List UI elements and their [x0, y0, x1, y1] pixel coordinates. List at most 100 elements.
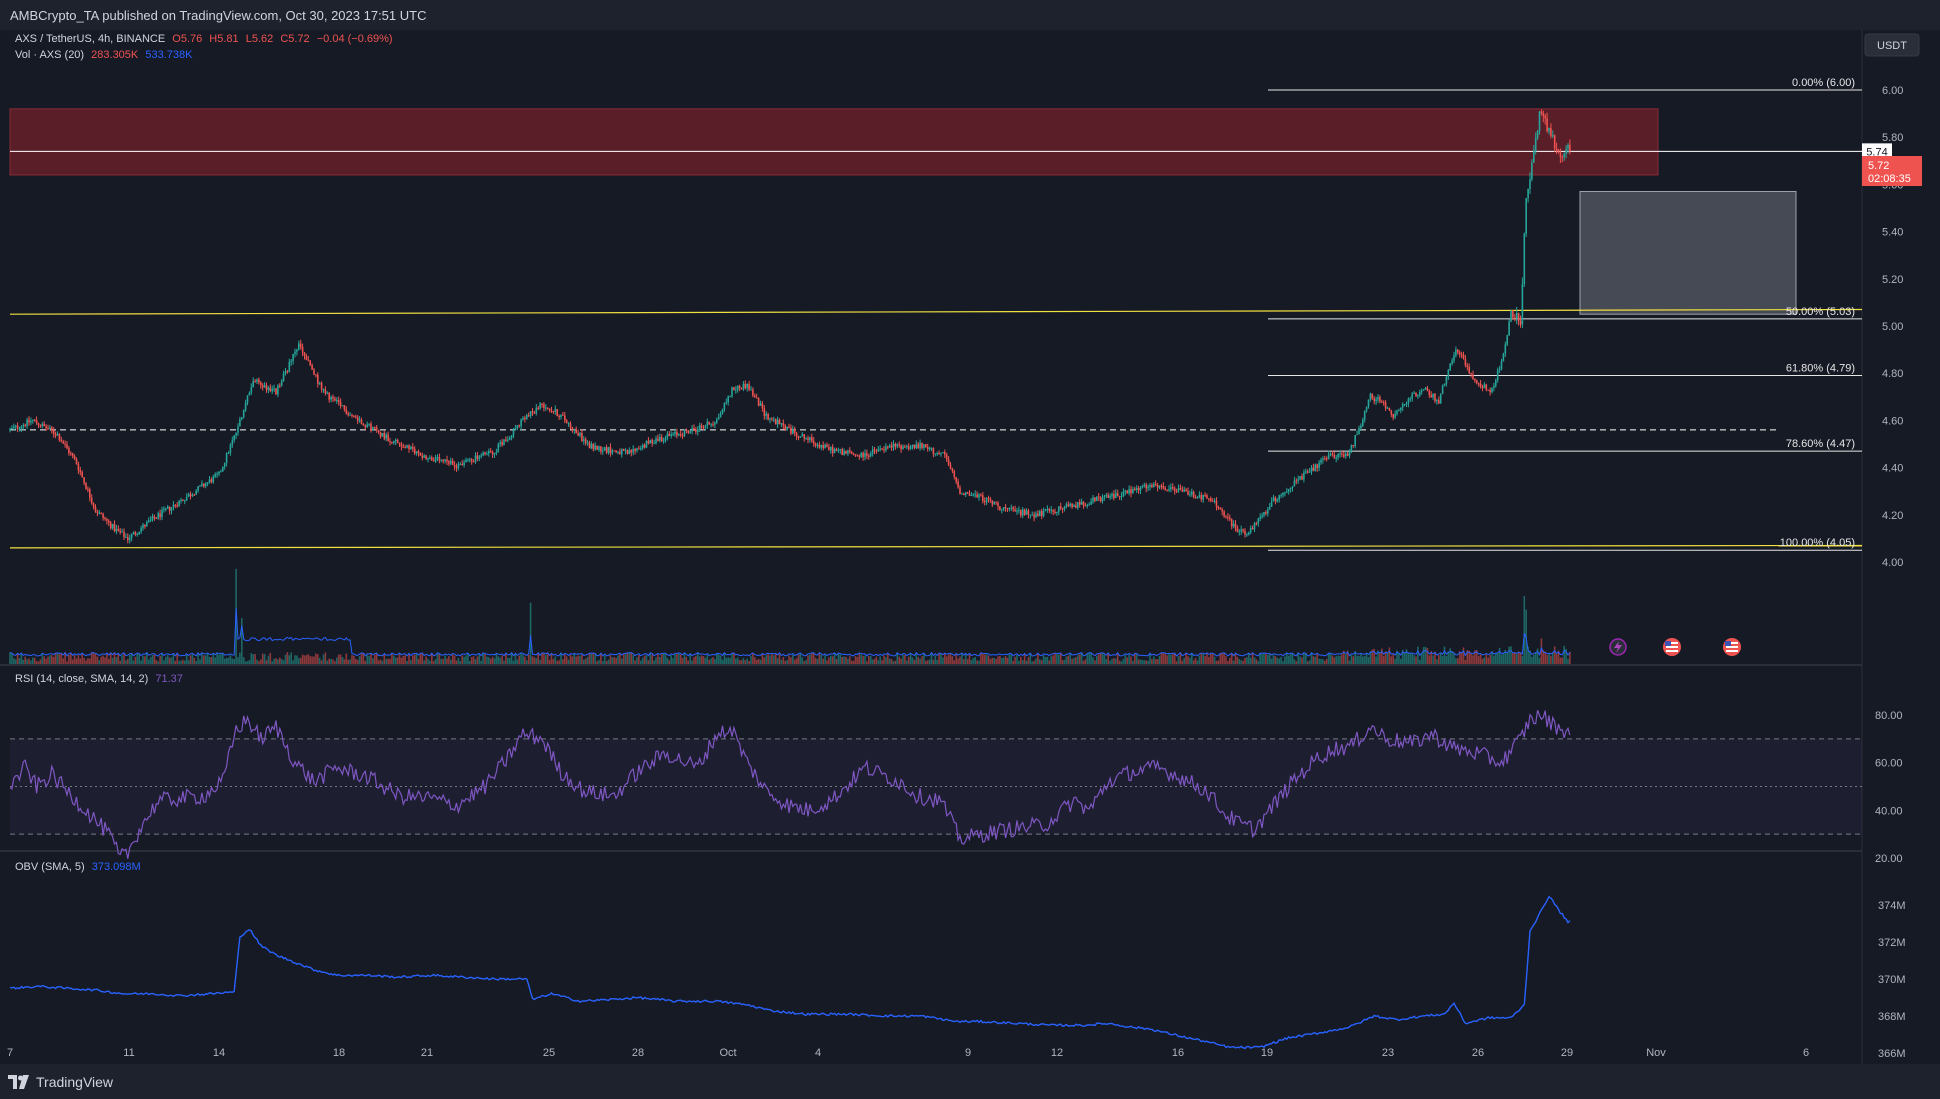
candle-body	[1274, 497, 1277, 502]
volume-bar	[995, 658, 997, 664]
volume-bar	[1225, 656, 1227, 664]
volume-bar	[782, 656, 785, 664]
candle-body	[1149, 485, 1151, 487]
chart-svg[interactable]: 0.00% (6.00)50.00% (5.03)61.80% (4.79)78…	[0, 30, 1940, 1064]
volume-bar	[303, 655, 306, 664]
candle-body	[1392, 414, 1394, 418]
candle-body	[1090, 501, 1092, 505]
volume-bar	[1327, 653, 1330, 664]
obv-label: OBV (SMA, 5)	[15, 861, 85, 873]
volume-bar	[184, 660, 186, 664]
ohlc-open: O5.76	[172, 33, 202, 45]
volume-bar	[199, 659, 201, 664]
candle-body	[267, 387, 270, 390]
candle-body	[1021, 509, 1024, 516]
volume-bar	[151, 655, 154, 664]
event-icon-earnings[interactable]	[1609, 638, 1627, 656]
volume-bar	[850, 660, 853, 664]
candle-body	[1506, 335, 1508, 345]
candle-body	[643, 445, 646, 448]
volume-bar	[138, 654, 140, 664]
volume-bar	[702, 656, 705, 664]
candle-body	[1496, 370, 1499, 381]
candle-body	[125, 536, 127, 538]
candle-body	[1054, 511, 1056, 514]
candle-body	[662, 440, 665, 442]
tradingview-logo[interactable]: TradingView	[8, 1072, 113, 1092]
time-tick-label: 6	[1803, 1047, 1809, 1059]
volume-bar	[1124, 654, 1127, 664]
candle-body	[1354, 434, 1356, 446]
candle-body	[1358, 428, 1360, 435]
volume-bar	[81, 653, 83, 664]
volume-bar	[1096, 655, 1098, 664]
ohlc-low: L5.62	[246, 33, 274, 45]
volume-bar	[144, 656, 146, 664]
volume-bar	[191, 654, 194, 664]
candle-body	[845, 450, 847, 454]
volume-bar	[1025, 660, 1028, 664]
volume-bar	[1211, 653, 1214, 664]
volume-bar	[239, 652, 241, 664]
candle-body	[529, 411, 532, 416]
volume-bar	[474, 659, 477, 664]
volume-bar	[461, 655, 463, 664]
volume-bar	[364, 660, 367, 664]
volume-bar	[888, 658, 891, 664]
volume-bar	[299, 657, 302, 664]
volume-bar	[1164, 653, 1166, 664]
candle-body	[809, 437, 811, 440]
volume-bar	[689, 654, 691, 664]
candle-body	[248, 392, 251, 396]
candle-body	[843, 450, 845, 455]
candle-body	[305, 355, 308, 360]
volume-bar	[208, 656, 211, 664]
candle-body	[345, 409, 348, 414]
volume-bar	[1255, 659, 1258, 664]
volume-bar	[659, 656, 661, 664]
volume-bar	[577, 655, 579, 664]
volume-bar	[448, 655, 450, 664]
candle-body	[415, 451, 418, 454]
currency-badge[interactable]: USDT	[1864, 33, 1920, 57]
volume-bar	[1046, 656, 1049, 664]
volume-bar	[1052, 655, 1054, 664]
us-flag-icon[interactable]	[1663, 638, 1681, 656]
volume-bar	[1382, 655, 1385, 664]
candle-body	[28, 419, 30, 423]
candle-body	[1352, 445, 1355, 447]
volume-bar	[678, 653, 680, 664]
candle-body	[727, 396, 729, 403]
candle-body	[18, 428, 21, 430]
candle-body	[1405, 403, 1408, 405]
volume-bar	[58, 653, 61, 664]
candle-body	[1067, 504, 1070, 506]
volume-bar	[672, 658, 674, 664]
candle-body	[1348, 451, 1351, 456]
volume-bar	[784, 660, 786, 664]
volume-bar	[1388, 647, 1391, 664]
candle-body	[1339, 453, 1341, 455]
candle-body	[239, 419, 241, 427]
candle-body	[738, 385, 741, 389]
rsi-tick-label: 20.00	[1875, 853, 1903, 865]
volume-bar	[355, 658, 357, 664]
candle-body	[641, 445, 644, 448]
volume-bar	[1039, 659, 1041, 664]
volume-bar	[113, 652, 116, 664]
candle-body	[687, 430, 690, 433]
volume-bar	[628, 652, 631, 664]
volume-bar	[491, 656, 494, 664]
volume-value: 283.305K	[91, 49, 139, 61]
candle-body	[1210, 498, 1212, 501]
us-flag-icon[interactable]	[1723, 638, 1741, 656]
volume-bar	[419, 654, 422, 664]
chart-area[interactable]: 0.00% (6.00) 50.00% (5.03) 61.80% (4.79) 78…	[0, 30, 1940, 1064]
candle-body	[550, 410, 553, 412]
volume-bar	[843, 656, 845, 664]
candle-body	[898, 444, 900, 446]
candle-body	[1065, 504, 1068, 507]
volume-bar	[1134, 653, 1136, 664]
candle-body	[1242, 529, 1244, 531]
volume-bar	[1498, 647, 1501, 664]
